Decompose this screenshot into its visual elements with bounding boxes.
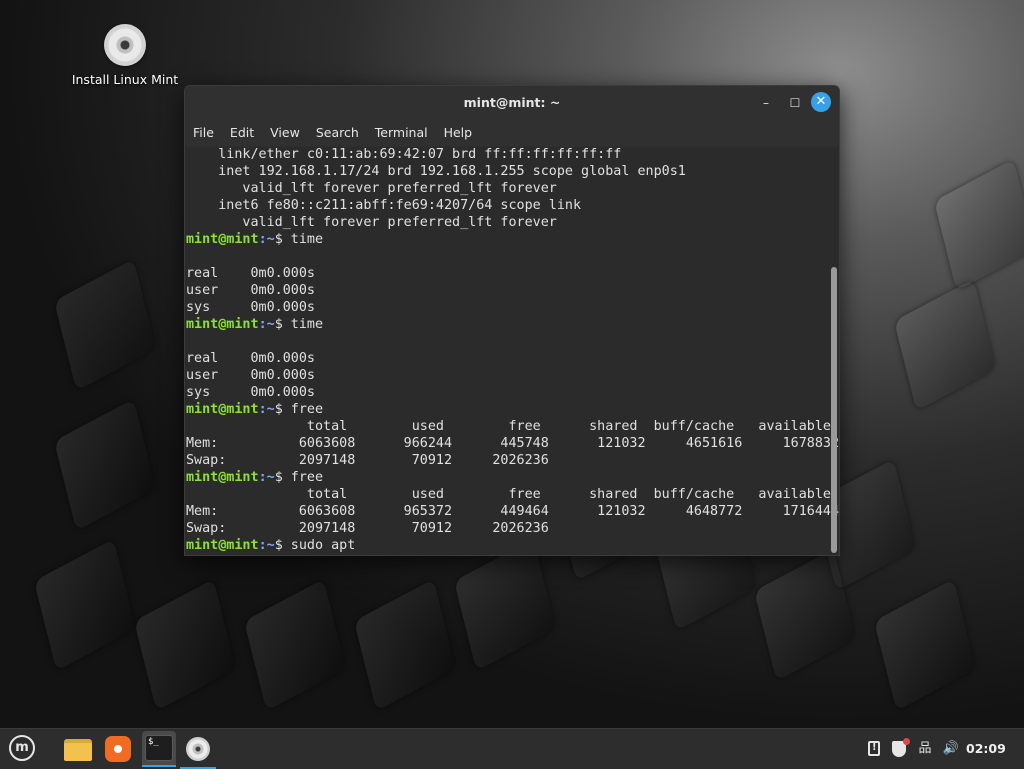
install-task-button[interactable]: [180, 733, 216, 769]
terminal-output-line: real 0m0.000s: [186, 266, 315, 281]
shield-icon: [892, 737, 910, 757]
mint-menu-icon: m: [9, 735, 35, 761]
minimize-button[interactable]: –: [757, 94, 775, 112]
active-indicator: [142, 765, 176, 767]
terminal-output-line: user 0m0.000s: [186, 283, 315, 298]
maximize-button[interactable]: ☐: [786, 94, 804, 112]
prompt-command: $ time: [274, 232, 324, 247]
prompt-user: mint@mint: [186, 470, 259, 485]
network-icon: 品: [918, 741, 932, 756]
terminal-output-line: Swap: 2097148 70912 2026236: [186, 521, 549, 536]
terminal-prompt-line: mint@mint:~$ free: [186, 469, 826, 486]
prompt-command: $ free: [274, 470, 324, 485]
prompt-path: :~: [258, 402, 275, 417]
desktop-icon-label: Install Linux Mint: [71, 72, 179, 87]
menu-file[interactable]: File: [193, 120, 222, 146]
volume-icon: 🔊: [942, 741, 960, 756]
terminal-output-line: Mem: 6063608 966244 445748 121032 465161…: [186, 436, 840, 451]
prompt-path: :~: [258, 470, 275, 485]
terminal-output-line: total used free shared buff/cache availa…: [186, 487, 831, 502]
prompt-user: mint@mint: [186, 538, 259, 553]
menu-terminal[interactable]: Terminal: [375, 120, 436, 146]
firefox-launcher[interactable]: [102, 733, 134, 765]
terminal-task-button[interactable]: $_: [142, 731, 176, 767]
terminal-output-line: inet6 fe80::c211:abff:fe69:4207/64 scope…: [186, 198, 582, 213]
terminal-prompt-line: mint@mint:~$ sudo apt: [186, 537, 826, 554]
prompt-user: mint@mint: [186, 232, 259, 247]
menu-view[interactable]: View: [270, 120, 308, 146]
menu-search[interactable]: Search: [316, 120, 367, 146]
files-launcher[interactable]: [62, 733, 94, 765]
terminal-text-area[interactable]: link/ether c0:11:ab:69:42:07 brd ff:ff:f…: [185, 147, 839, 555]
window-titlebar[interactable]: mint@mint: ~ – ☐ ✕: [185, 86, 839, 120]
terminal-output-line: link/ether c0:11:ab:69:42:07 brd ff:ff:f…: [186, 147, 622, 162]
disc-icon: [186, 737, 210, 761]
terminal-output-line: user 0m0.000s: [186, 368, 315, 383]
terminal-output-line: valid_lft forever preferred_lft forever: [186, 215, 557, 230]
update-manager-tray-button[interactable]: [888, 729, 910, 769]
prompt-user: mint@mint: [186, 402, 259, 417]
menu-bar: File Edit View Search Terminal Help: [185, 120, 839, 146]
disc-icon: [104, 24, 146, 66]
terminal-output-line: inet 192.168.1.17/24 brd 192.168.1.255 s…: [186, 164, 686, 179]
install-linux-mint-desktop-icon[interactable]: Install Linux Mint: [60, 22, 190, 87]
terminal-output-line: total used free shared buff/cache availa…: [186, 419, 831, 434]
close-button[interactable]: ✕: [811, 92, 831, 112]
menu-edit[interactable]: Edit: [230, 120, 262, 146]
taskbar: m $_ 品 🔊 02:09: [0, 728, 1024, 769]
volume-tray-button[interactable]: 🔊: [940, 729, 962, 769]
clock[interactable]: 02:09: [966, 729, 1010, 769]
terminal-prompt-line: mint@mint:~$ time: [186, 231, 826, 248]
prompt-user: mint@mint: [186, 317, 259, 332]
terminal-scrollbar[interactable]: [831, 267, 837, 553]
terminal-output-line: Mem: 6063608 965372 449464 121032 464877…: [186, 504, 840, 519]
terminal-prompt-line: mint@mint:~$ free: [186, 401, 826, 418]
terminal-output-line: sys 0m0.000s: [186, 385, 315, 400]
prompt-command: $ sudo apt: [274, 538, 356, 553]
prompt-path: :~: [258, 538, 275, 553]
clipboard-icon: [868, 741, 880, 756]
terminal-output-line: Swap: 2097148 70912 2026236: [186, 453, 549, 468]
terminal-output-line: valid_lft forever preferred_lft forever: [186, 181, 557, 196]
terminal-output-line: real 0m0.000s: [186, 351, 315, 366]
prompt-path: :~: [258, 232, 275, 247]
network-tray-button[interactable]: 品: [914, 729, 936, 769]
terminal-output-line: sys 0m0.000s: [186, 300, 315, 315]
terminal-output: link/ether c0:11:ab:69:42:07 brd ff:ff:f…: [186, 146, 840, 554]
window-title: mint@mint: ~: [463, 95, 561, 110]
prompt-command: $ time: [274, 317, 324, 332]
terminal-icon: $_: [145, 735, 173, 761]
terminal-window[interactable]: mint@mint: ~ – ☐ ✕ File Edit View Search…: [184, 85, 840, 556]
clipboard-tray-button[interactable]: [864, 729, 884, 769]
mint-menu-button[interactable]: m: [4, 731, 40, 767]
prompt-command: $ free: [274, 402, 324, 417]
menu-help[interactable]: Help: [444, 120, 481, 146]
prompt-path: :~: [258, 317, 275, 332]
terminal-prompt-line: mint@mint:~$ time: [186, 316, 826, 333]
